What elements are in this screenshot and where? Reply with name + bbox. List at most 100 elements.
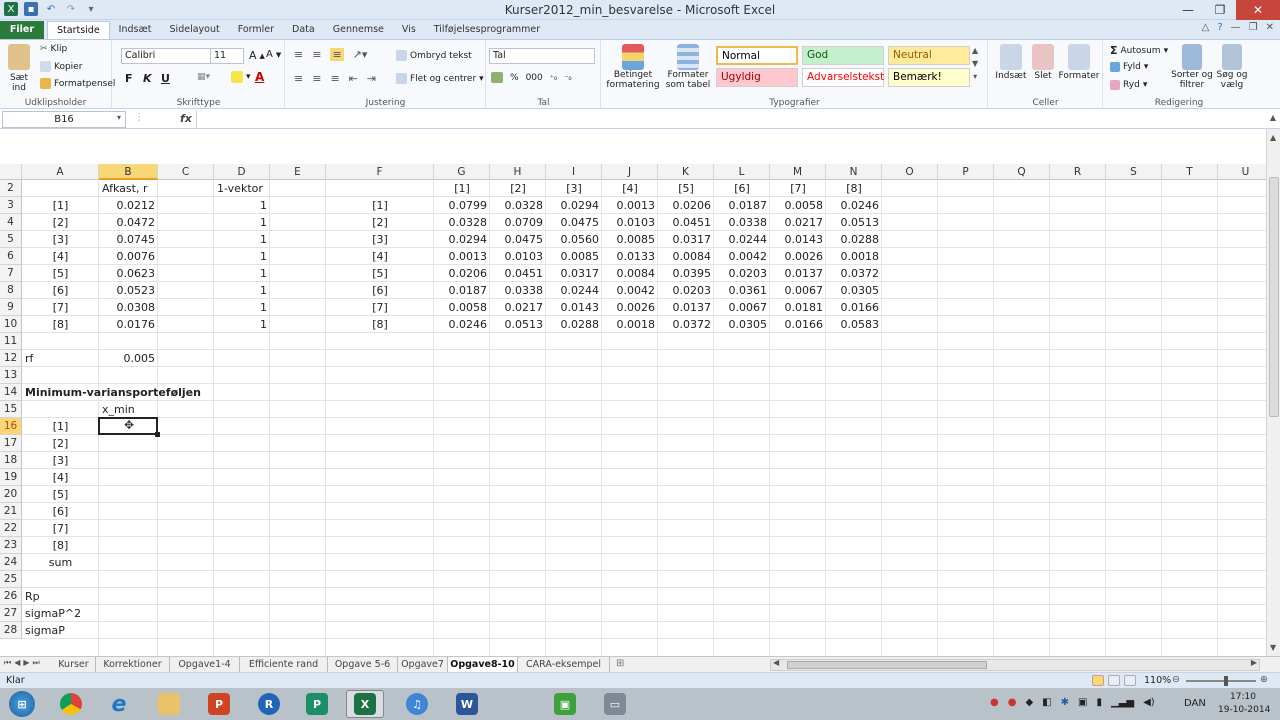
- column-header-M[interactable]: M: [770, 164, 826, 180]
- taskbar-ie[interactable]: e: [100, 690, 138, 718]
- zoom-in-icon[interactable]: ⊕: [1260, 674, 1268, 685]
- column-header-N[interactable]: N: [826, 164, 882, 180]
- column-header-D[interactable]: D: [214, 164, 270, 180]
- cov-cell-L10[interactable]: 0.0305: [714, 316, 770, 333]
- qat-customize-icon[interactable]: ▾: [84, 2, 98, 16]
- portfolio-label-A17[interactable]: [2]: [22, 435, 99, 452]
- taskbar-word[interactable]: W: [448, 690, 486, 718]
- cov-cell-K8[interactable]: 0.0203: [658, 282, 714, 299]
- styles-scroll[interactable]: ▲ ▼ ▾: [972, 46, 978, 81]
- merge-center-button[interactable]: Flet og centrer ▾: [396, 73, 484, 84]
- sum-label[interactable]: sum: [22, 554, 99, 571]
- one-vector-D8[interactable]: 1: [214, 282, 270, 299]
- one-vector-D7[interactable]: 1: [214, 265, 270, 282]
- autosum-button[interactable]: Σ Autosum ▾: [1110, 44, 1168, 57]
- copy-button[interactable]: Kopier: [40, 61, 82, 72]
- row-header-28[interactable]: 28: [0, 622, 22, 639]
- cov-cell-G8[interactable]: 0.0187: [434, 282, 490, 299]
- name-box[interactable]: B16: [2, 111, 126, 128]
- row-header-3[interactable]: 3: [0, 197, 22, 214]
- row-header-8[interactable]: 8: [0, 282, 22, 299]
- cell-D2-header[interactable]: 1-vektor: [214, 180, 270, 197]
- page-break-view-icon[interactable]: [1124, 675, 1136, 686]
- cov-row-label-F8[interactable]: [6]: [326, 282, 434, 299]
- sheet-tab[interactable]: Opgave1-4: [170, 657, 240, 672]
- font-size-dropdown[interactable]: 11: [210, 48, 244, 64]
- column-header-O[interactable]: O: [882, 164, 938, 180]
- cov-row-label-F7[interactable]: [5]: [326, 265, 434, 282]
- tray-app4-icon[interactable]: ◧: [1042, 697, 1051, 708]
- cov-header-J[interactable]: [4]: [602, 180, 658, 197]
- vertical-align-buttons[interactable]: ≡ ≡ ≡ ↗▾: [294, 48, 367, 61]
- asset-label-A3[interactable]: [1]: [22, 197, 99, 214]
- scroll-right-icon[interactable]: ▶: [1251, 658, 1257, 667]
- increase-decimal-icon[interactable]: ⁺₀: [550, 73, 557, 82]
- selected-cell-B16[interactable]: ✥: [98, 417, 160, 437]
- taskbar-r[interactable]: R: [250, 690, 288, 718]
- portfolio-label-A20[interactable]: [5]: [22, 486, 99, 503]
- column-header-L[interactable]: L: [714, 164, 770, 180]
- row-header-26[interactable]: 26: [0, 588, 22, 605]
- horizontal-scroll-thumb[interactable]: [787, 661, 987, 669]
- row-header-10[interactable]: 10: [0, 316, 22, 333]
- clock-time[interactable]: 17:10: [1230, 692, 1256, 702]
- cov-cell-H10[interactable]: 0.0513: [490, 316, 546, 333]
- return-B8[interactable]: 0.0523: [99, 282, 158, 299]
- cov-cell-L9[interactable]: 0.0067: [714, 299, 770, 316]
- align-top-icon[interactable]: ≡: [294, 48, 303, 61]
- rf-value[interactable]: 0.005: [99, 350, 158, 367]
- undo-icon[interactable]: ↶: [44, 2, 58, 16]
- zoom-slider-thumb[interactable]: [1224, 676, 1228, 686]
- column-header-F[interactable]: F: [326, 164, 434, 180]
- tab-insert[interactable]: Indsæt: [110, 21, 161, 39]
- tray-app3-icon[interactable]: ◆: [1025, 697, 1033, 708]
- rp-label[interactable]: Rp: [22, 588, 99, 605]
- row-header-25[interactable]: 25: [0, 571, 22, 588]
- tray-bluetooth-icon[interactable]: ✱: [1061, 697, 1069, 708]
- sheet-tab[interactable]: Korrektioner: [96, 657, 170, 672]
- sheet-nav-icons[interactable]: ⏮◀▶⏭: [4, 658, 43, 668]
- tab-home[interactable]: Startside: [47, 21, 110, 39]
- cov-cell-L3[interactable]: 0.0187: [714, 197, 770, 214]
- sheet-tab[interactable]: CARA-eksempel: [518, 657, 610, 672]
- paste-button[interactable]: Sæt ind: [4, 44, 34, 93]
- row-header-24[interactable]: 24: [0, 554, 22, 571]
- clock-date[interactable]: 19-10-2014: [1218, 705, 1270, 715]
- redo-icon[interactable]: ↷: [64, 2, 78, 16]
- tab-file[interactable]: Filer: [0, 21, 44, 39]
- scroll-down-icon[interactable]: ▼: [1270, 643, 1276, 652]
- cov-cell-H7[interactable]: 0.0451: [490, 265, 546, 282]
- sigma-squared-label[interactable]: sigmaP^2: [22, 605, 99, 622]
- row-header-15[interactable]: 15: [0, 401, 22, 418]
- formula-input[interactable]: [196, 110, 1266, 129]
- row-header-13[interactable]: 13: [0, 367, 22, 384]
- cov-cell-M9[interactable]: 0.0181: [770, 299, 826, 316]
- one-vector-D10[interactable]: 1: [214, 316, 270, 333]
- one-vector-D6[interactable]: 1: [214, 248, 270, 265]
- cov-cell-M6[interactable]: 0.0026: [770, 248, 826, 265]
- row-header-2[interactable]: 2: [0, 180, 22, 197]
- one-vector-D9[interactable]: 1: [214, 299, 270, 316]
- cov-cell-N10[interactable]: 0.0583: [826, 316, 882, 333]
- sheet-tab[interactable]: Opgave7: [398, 657, 448, 672]
- tab-page-layout[interactable]: Sidelayout: [161, 21, 229, 39]
- fill-button[interactable]: Fyld ▾: [1110, 62, 1148, 72]
- cov-cell-M5[interactable]: 0.0143: [770, 231, 826, 248]
- asset-label-A7[interactable]: [5]: [22, 265, 99, 282]
- zoom-slider[interactable]: [1186, 680, 1256, 682]
- asset-label-A8[interactable]: [6]: [22, 282, 99, 299]
- column-header-Q[interactable]: Q: [994, 164, 1050, 180]
- language-indicator[interactable]: DAN: [1184, 698, 1206, 709]
- cell-B2-header[interactable]: Afkast, r: [99, 180, 158, 197]
- select-all-corner[interactable]: [0, 164, 22, 180]
- tray-volume-icon[interactable]: ◀): [1143, 697, 1155, 708]
- row-header-11[interactable]: 11: [0, 333, 22, 350]
- row-header-4[interactable]: 4: [0, 214, 22, 231]
- vertical-scroll-thumb[interactable]: [1269, 177, 1279, 417]
- fill-handle[interactable]: [155, 432, 160, 437]
- orientation-icon[interactable]: ↗▾: [353, 48, 368, 61]
- one-vector-D4[interactable]: 1: [214, 214, 270, 231]
- cov-cell-J5[interactable]: 0.0085: [602, 231, 658, 248]
- asset-label-A5[interactable]: [3]: [22, 231, 99, 248]
- cov-cell-H6[interactable]: 0.0103: [490, 248, 546, 265]
